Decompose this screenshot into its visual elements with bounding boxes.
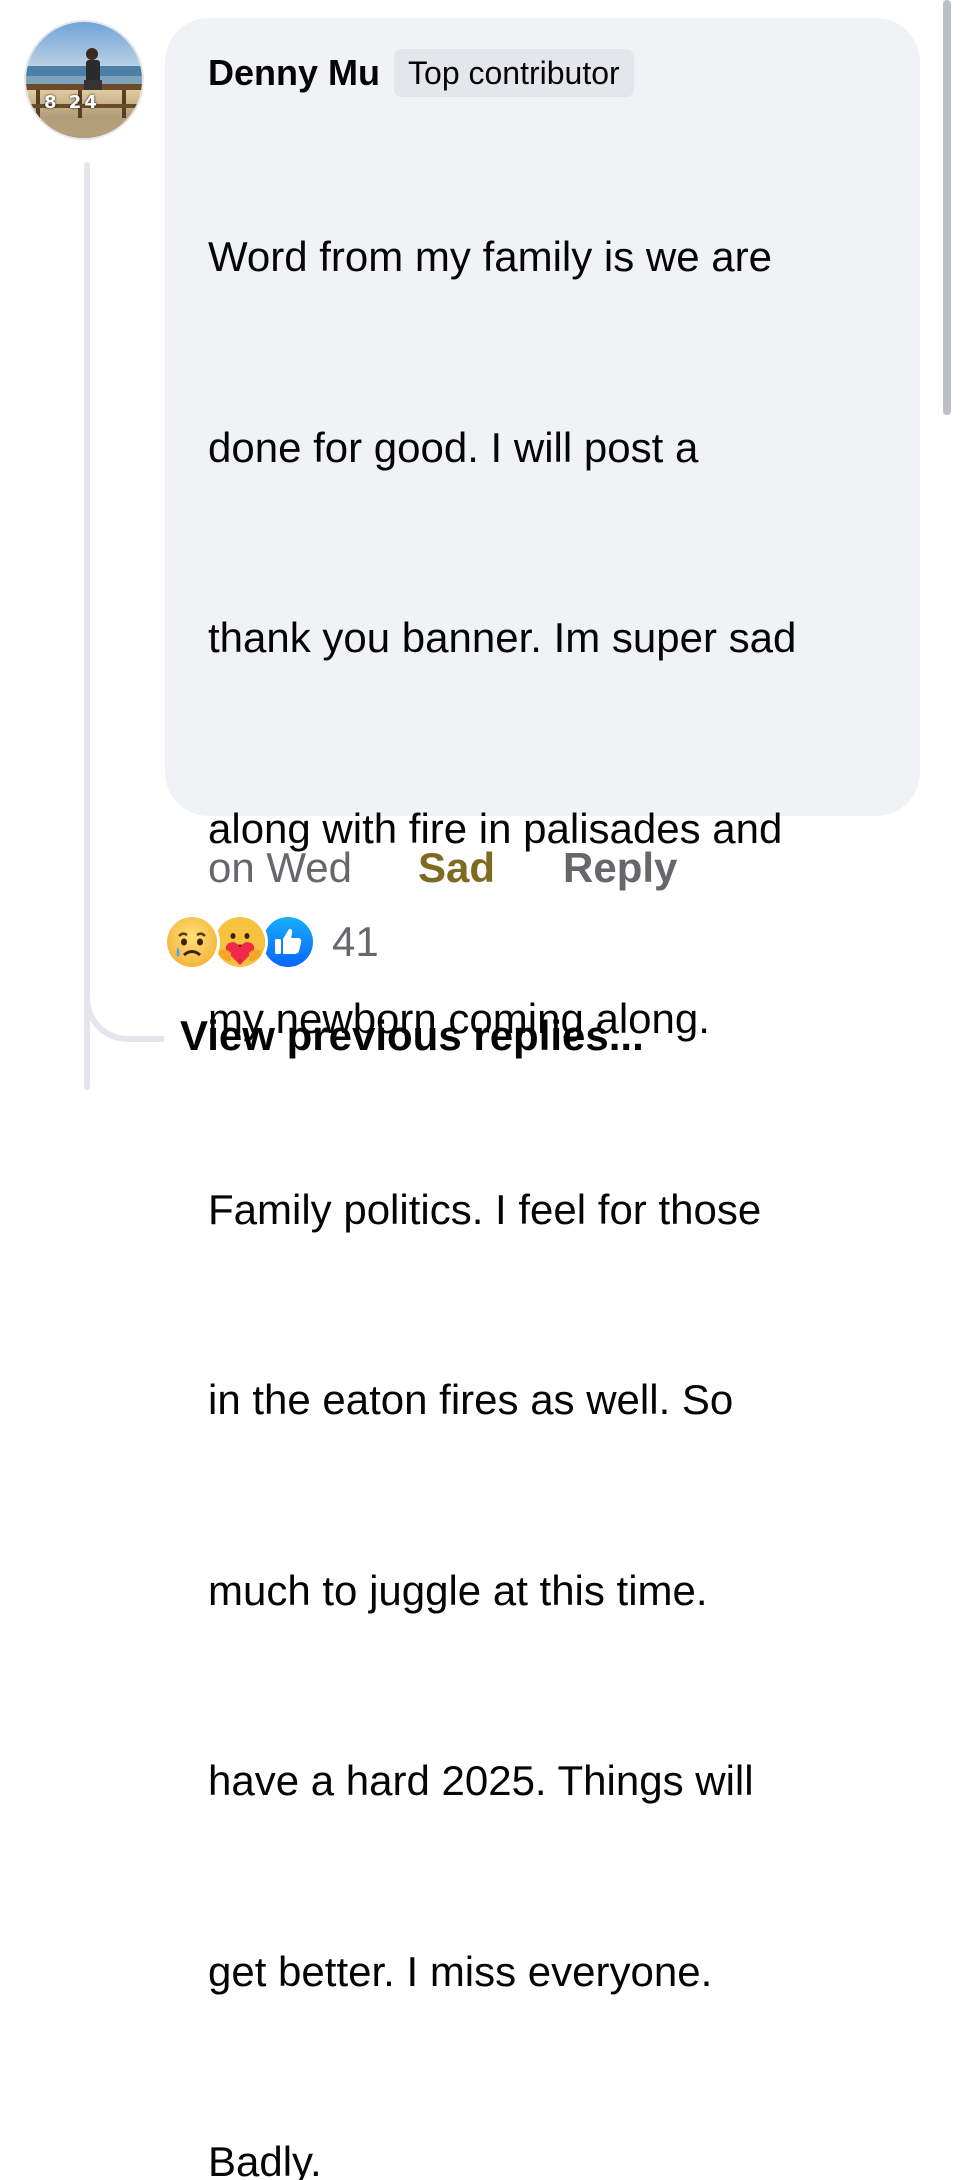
scrollbar[interactable]	[943, 0, 951, 415]
comment-line: have a hard 2025. Things will	[208, 1757, 754, 1804]
comment-line: much to juggle at this time.	[208, 1566, 708, 1614]
comment-line: get better. I miss everyone.	[208, 1947, 713, 1995]
view-previous-replies-link[interactable]: View previous replies...	[180, 1012, 644, 1060]
comment-line: Word from my family is we are	[208, 233, 772, 280]
comment-actions: on Wed Sad Reply	[208, 838, 677, 898]
top-contributor-badge[interactable]: Top contributor	[394, 49, 634, 97]
sad-reaction-icon	[164, 914, 220, 970]
reaction-icons	[164, 914, 316, 970]
reply-button[interactable]: Reply	[563, 844, 677, 892]
reaction-summary[interactable]: 41	[164, 914, 379, 970]
avatar-photo	[26, 22, 142, 138]
thread-connector	[84, 950, 164, 1042]
comment-text: Word from my family is we are done for g…	[208, 98, 898, 2180]
reaction-count: 41	[332, 918, 379, 965]
like-reaction-icon	[260, 914, 316, 970]
avatar-overlay-text: 8 24	[44, 92, 100, 113]
author-name[interactable]: Denny Mu	[208, 52, 380, 94]
timestamp[interactable]: on Wed	[208, 844, 352, 892]
comment-line: Badly.	[208, 2138, 322, 2180]
comment-line: in the eaton fires as well. So	[208, 1376, 734, 1423]
sad-reaction-button[interactable]: Sad	[418, 844, 495, 892]
care-reaction-icon	[212, 914, 268, 970]
avatar[interactable]: 8 24	[24, 20, 144, 140]
comment-line: thank you banner. Im super sad	[208, 614, 797, 661]
comment-line: Family politics. I feel for those	[208, 1185, 762, 1233]
comment-header: Denny Mu Top contributor	[208, 46, 634, 100]
comment-line: done for good. I will post a	[208, 423, 699, 471]
